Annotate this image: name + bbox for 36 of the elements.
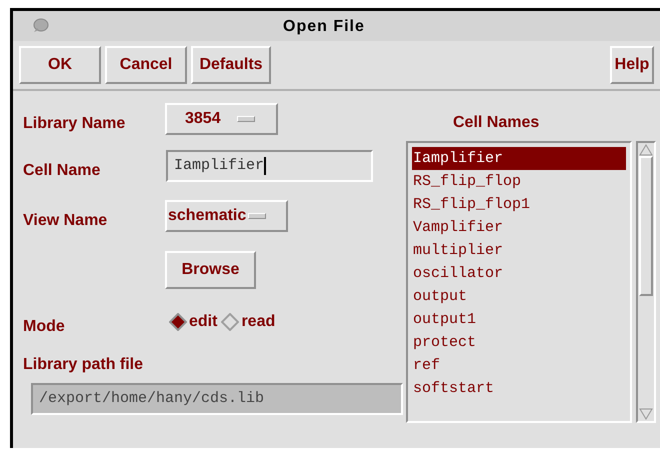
scrollbar[interactable] (636, 141, 656, 423)
diamond-icon (169, 313, 187, 331)
scroll-down-arrow-icon[interactable] (639, 408, 653, 420)
scroll-thumb[interactable] (639, 156, 653, 296)
field-label: View Name (23, 211, 108, 231)
browse-button[interactable]: Browse (165, 251, 256, 289)
list-item[interactable]: Vamplifier (412, 216, 626, 239)
cell-name-field[interactable]: Iamplifier (166, 150, 373, 182)
list-item[interactable]: RS_flip_flop (412, 170, 626, 193)
toolbar-button[interactable]: OK (19, 46, 101, 84)
app-icon (31, 18, 49, 34)
list-item[interactable]: output (412, 285, 626, 308)
library-dropdown[interactable]: 3854 (165, 103, 278, 135)
view-dropdown[interactable]: schematic (165, 200, 288, 232)
list-item[interactable]: RS_flip_flop1 (412, 193, 626, 216)
help-button[interactable]: Help (610, 46, 654, 84)
list-item[interactable]: output1 (412, 308, 626, 331)
list-item[interactable]: oscillator (412, 262, 626, 285)
field-label: Library Name (23, 114, 126, 134)
library-path-field[interactable]: /export/home/hany/cds.lib (31, 383, 403, 415)
list-item[interactable]: multiplier (412, 239, 626, 262)
list-item[interactable]: Iamplifier (412, 147, 626, 170)
list-heading: Cell Names (453, 113, 540, 133)
mode-radio[interactable]: read (221, 310, 276, 334)
list-item[interactable]: protect (412, 331, 626, 354)
scroll-up-arrow-icon[interactable] (639, 144, 653, 156)
field-label: Library path file (23, 355, 144, 375)
window-title: Open File (283, 17, 365, 37)
diamond-icon (221, 313, 240, 331)
field-label: Mode (23, 317, 66, 337)
toolbar-button[interactable]: Cancel (105, 46, 187, 84)
mode-radio[interactable]: edit (169, 310, 218, 334)
list-item[interactable]: softstart (412, 377, 626, 400)
toolbar-button[interactable]: Defaults (191, 46, 271, 84)
field-label: Cell Name (23, 161, 102, 181)
list-item[interactable]: ref (412, 354, 626, 377)
